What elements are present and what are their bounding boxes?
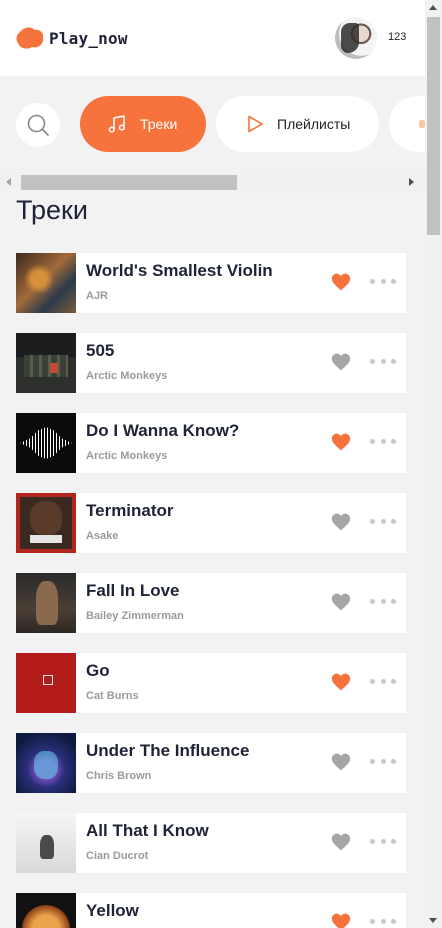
album-cover[interactable] xyxy=(16,573,76,633)
track-title[interactable]: World's Smallest Violin xyxy=(86,261,273,281)
album-cover[interactable] xyxy=(16,253,76,313)
vertical-scrollbar[interactable] xyxy=(425,0,442,928)
track-title[interactable]: Go xyxy=(86,661,110,681)
track-artist[interactable]: Chris Brown xyxy=(86,770,151,782)
play-icon xyxy=(248,115,263,133)
album-cover[interactable] xyxy=(16,413,76,473)
track-title[interactable]: Terminator xyxy=(86,501,174,521)
track-title[interactable]: Fall In Love xyxy=(86,581,180,601)
album-cover[interactable] xyxy=(16,333,76,393)
logo[interactable]: Play_now xyxy=(16,26,128,50)
more-options-icon[interactable] xyxy=(370,359,396,365)
scroll-left-arrow-icon[interactable] xyxy=(6,178,11,186)
music-note-icon xyxy=(108,115,125,133)
search-icon xyxy=(27,114,49,136)
track-row[interactable]: Yellow xyxy=(16,893,406,928)
track-row[interactable]: Under The Influence Chris Brown xyxy=(16,733,406,793)
more-options-icon[interactable] xyxy=(370,919,396,925)
heart-icon[interactable] xyxy=(331,512,351,532)
track-row[interactable]: World's Smallest Violin AJR xyxy=(16,253,406,313)
track-row[interactable]: Fall In Love Bailey Zimmerman xyxy=(16,573,406,633)
track-artist[interactable]: Bailey Zimmerman xyxy=(86,610,184,622)
horizontal-scroll-thumb[interactable] xyxy=(21,175,237,190)
track-artist[interactable]: Arctic Monkeys xyxy=(86,370,167,382)
more-options-icon[interactable] xyxy=(370,679,396,685)
heart-icon[interactable] xyxy=(331,432,351,452)
heart-icon[interactable] xyxy=(331,272,351,292)
page-title: Треки xyxy=(16,195,88,225)
track-artist[interactable]: Cat Burns xyxy=(86,690,139,702)
heart-icon[interactable] xyxy=(331,352,351,372)
track-row[interactable]: Terminator Asake xyxy=(16,493,406,553)
category-tabs: Треки Плейлисты xyxy=(0,96,425,152)
tab-tracks[interactable]: Треки xyxy=(80,96,206,152)
heart-icon[interactable] xyxy=(331,592,351,612)
tab-playlists[interactable]: Плейлисты xyxy=(216,96,379,152)
album-cover[interactable] xyxy=(16,813,76,873)
track-title[interactable]: Under The Influence xyxy=(86,741,249,761)
track-artist[interactable]: Arctic Monkeys xyxy=(86,450,167,462)
track-artist[interactable]: Cian Ducrot xyxy=(86,850,148,862)
track-row[interactable]: Go Cat Burns xyxy=(16,653,406,713)
track-row[interactable]: All That I Know Cian Ducrot xyxy=(16,813,406,873)
more-options-icon[interactable] xyxy=(370,519,396,525)
heart-icon[interactable] xyxy=(331,832,351,852)
heart-icon[interactable] xyxy=(331,912,351,928)
track-row[interactable]: 505 Arctic Monkeys xyxy=(16,333,406,393)
heart-icon[interactable] xyxy=(331,752,351,772)
track-title[interactable]: 505 xyxy=(86,341,114,361)
scroll-down-arrow-icon[interactable] xyxy=(429,918,437,923)
username[interactable]: 123 xyxy=(388,31,406,43)
track-row[interactable]: Do I Wanna Know? Arctic Monkeys xyxy=(16,413,406,473)
album-cover[interactable] xyxy=(16,893,76,928)
tab-playlists-label: Плейлисты xyxy=(277,116,351,132)
more-options-icon[interactable] xyxy=(370,279,396,285)
track-title[interactable]: All That I Know xyxy=(86,821,209,841)
app-name: Play_now xyxy=(49,28,128,48)
vertical-scroll-thumb[interactable] xyxy=(427,17,440,235)
logo-icon xyxy=(16,27,44,49)
search-button[interactable] xyxy=(16,103,60,147)
more-options-icon[interactable] xyxy=(370,839,396,845)
scroll-right-arrow-icon[interactable] xyxy=(409,178,414,186)
avatar[interactable] xyxy=(335,17,377,59)
track-title[interactable]: Do I Wanna Know? xyxy=(86,421,239,441)
heart-icon[interactable] xyxy=(331,672,351,692)
more-options-icon[interactable] xyxy=(370,439,396,445)
album-cover[interactable] xyxy=(16,653,76,713)
track-artist[interactable]: AJR xyxy=(86,290,108,302)
track-artist[interactable]: Asake xyxy=(86,530,118,542)
horizontal-scrollbar[interactable] xyxy=(0,173,425,191)
track-title[interactable]: Yellow xyxy=(86,901,139,921)
more-options-icon[interactable] xyxy=(370,599,396,605)
tab-tracks-label: Треки xyxy=(140,116,178,132)
app-header: Play_now 123 xyxy=(0,0,425,76)
album-cover[interactable] xyxy=(16,493,76,553)
tab-partial[interactable] xyxy=(389,96,425,152)
scroll-up-arrow-icon[interactable] xyxy=(429,5,437,10)
album-cover[interactable] xyxy=(16,733,76,793)
more-options-icon[interactable] xyxy=(370,759,396,765)
